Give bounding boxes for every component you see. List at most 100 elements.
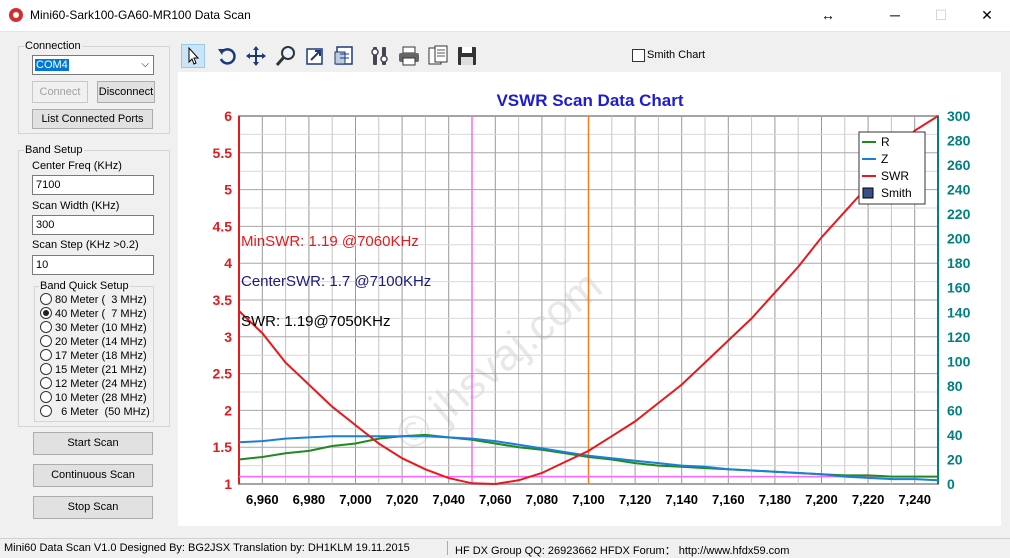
band-quick-label: Band Quick Setup (39, 280, 130, 292)
y-left-tick-label: 6 (224, 108, 232, 124)
port-value: COM4 (35, 59, 69, 71)
x-tick-label: 7,060 (479, 492, 512, 507)
band-radio-label: 17 Meter (18 MHz) (55, 350, 147, 362)
x-tick-label: 7,120 (619, 492, 652, 507)
x-tick-label: 6,980 (293, 492, 326, 507)
radio-dot-icon (40, 321, 52, 333)
band-radio-label: 40 Meter ( 7 MHz) (55, 308, 147, 320)
x-tick-label: 7,080 (526, 492, 559, 507)
x-tick-label: 7,220 (852, 492, 885, 507)
legend-label: R (881, 135, 890, 149)
radio-dot-icon (40, 377, 52, 389)
print-icon[interactable] (397, 44, 421, 68)
resize-icon: ↔ (821, 7, 835, 23)
x-tick-label: 7,000 (339, 492, 372, 507)
band-radio-label: 80 Meter ( 3 MHz) (55, 294, 147, 306)
y-right-tick-label: 40 (947, 427, 963, 443)
status-credits: Mini60 Data Scan V1.0 Designed By: BG2JS… (4, 542, 410, 554)
legend-swatch-smith (862, 187, 874, 199)
y-left-tick-label: 4 (224, 255, 232, 271)
x-tick-label: 7,160 (712, 492, 745, 507)
y-left-tick-label: 2.5 (213, 366, 233, 382)
save-icon[interactable] (455, 44, 479, 68)
radio-dot-icon (40, 391, 52, 403)
band-radio-7[interactable]: 10 Meter (28 MHz) (40, 391, 160, 405)
vswr-chart[interactable]: © jhsvaj.com6,960 6,980 7,000 7,020 7,040 7,0… (178, 72, 1001, 526)
legend-label: Smith (881, 186, 912, 200)
export-icon[interactable] (303, 44, 327, 68)
x-tick-label: 7,200 (805, 492, 838, 507)
y-left-tick-label: 1 (224, 476, 232, 492)
chart-toolbar: Smith Chart (178, 41, 1001, 73)
y-left-tick-label: 5 (224, 182, 232, 198)
band-radio-label: 6 Meter (50 MHz) (55, 406, 150, 418)
x-tick-label: 7,040 (432, 492, 465, 507)
x-tick-label: 6,960 (246, 492, 279, 507)
band-radio-0[interactable]: 80 Meter ( 3 MHz) (40, 293, 160, 307)
y-right-tick-label: 120 (947, 329, 971, 345)
band-radio-1[interactable]: 40 Meter ( 7 MHz) (40, 307, 160, 321)
y-right-tick-label: 220 (947, 206, 971, 222)
table-icon[interactable] (332, 44, 356, 68)
y-right-tick-label: 20 (947, 451, 963, 467)
chevron-down-icon: ⌵ (141, 59, 149, 70)
document-icon[interactable] (426, 44, 450, 68)
y-right-tick-label: 260 (947, 157, 971, 173)
x-tick-label: 7,140 (665, 492, 698, 507)
stop-scan-button[interactable]: Stop Scan (33, 496, 153, 519)
undo-icon[interactable] (215, 44, 239, 68)
x-tick-label: 7,100 (572, 492, 605, 507)
radio-dot-icon (40, 307, 52, 319)
pointer-icon[interactable] (181, 44, 205, 68)
y-left-tick-label: 5.5 (213, 145, 233, 161)
band-radio-label: 15 Meter (21 MHz) (55, 364, 147, 376)
y-right-tick-label: 60 (947, 402, 963, 418)
radio-dot-icon (40, 293, 52, 305)
minimize-button[interactable]: ─ (872, 0, 918, 31)
title-bar: Mini60-Sark100-GA60-MR100 Data Scan ↔ ─ … (0, 0, 1010, 32)
connect-button[interactable]: Connect (32, 81, 88, 103)
legend-label: Z (881, 152, 888, 166)
smith-chart-label: Smith Chart (647, 49, 706, 61)
x-tick-label: 7,180 (759, 492, 792, 507)
annotation-text: MinSWR: 1.19 @7060KHz (241, 233, 419, 250)
continuous-scan-button[interactable]: Continuous Scan (33, 464, 153, 487)
close-button[interactable]: ✕ (964, 0, 1010, 31)
pan-icon[interactable] (244, 44, 268, 68)
band-radio-4[interactable]: 17 Meter (18 MHz) (40, 349, 160, 363)
y-right-tick-label: 0 (947, 476, 955, 492)
app-icon (9, 8, 23, 22)
band-radio-label: 10 Meter (28 MHz) (55, 392, 147, 404)
zoom-icon[interactable] (274, 44, 298, 68)
band-radio-2[interactable]: 30 Meter (10 MHz) (40, 321, 160, 335)
start-scan-button[interactable]: Start Scan (33, 432, 153, 455)
list-ports-button[interactable]: List Connected Ports (32, 109, 153, 129)
band-radio-8[interactable]: 6 Meter (50 MHz) (40, 405, 160, 419)
scan-step-input[interactable] (32, 255, 154, 275)
y-left-tick-label: 3.5 (213, 292, 233, 308)
center-freq-label: Center Freq (KHz) (32, 160, 122, 172)
y-right-tick-label: 80 (947, 378, 963, 394)
port-select[interactable]: COM4 ⌵ (32, 55, 154, 75)
annotation-text: SWR: 1.19@7050KHz (241, 313, 390, 330)
smith-chart-checkbox[interactable] (632, 49, 645, 62)
y-right-tick-label: 200 (947, 231, 971, 247)
settings-icon[interactable] (368, 44, 392, 68)
radio-dot-icon (40, 405, 52, 417)
y-right-tick-label: 180 (947, 255, 971, 271)
band-setup-label: Band Setup (24, 144, 84, 156)
band-radio-3[interactable]: 20 Meter (14 MHz) (40, 335, 160, 349)
chart-legend: RZ SWR Smith (858, 131, 926, 205)
center-freq-input[interactable] (32, 175, 154, 195)
disconnect-button[interactable]: Disconnect (97, 81, 155, 103)
window-title: Mini60-Sark100-GA60-MR100 Data Scan (30, 8, 251, 22)
band-radio-6[interactable]: 12 Meter (24 MHz) (40, 377, 160, 391)
band-radio-5[interactable]: 15 Meter (21 MHz) (40, 363, 160, 377)
maximize-button[interactable]: ☐ (918, 0, 964, 31)
y-right-tick-label: 240 (947, 182, 971, 198)
scan-width-label: Scan Width (KHz) (32, 200, 120, 212)
status-separator (447, 541, 448, 555)
scan-width-input[interactable] (32, 215, 154, 235)
y-right-tick-label: 160 (947, 280, 971, 296)
radio-dot-icon (40, 335, 52, 347)
